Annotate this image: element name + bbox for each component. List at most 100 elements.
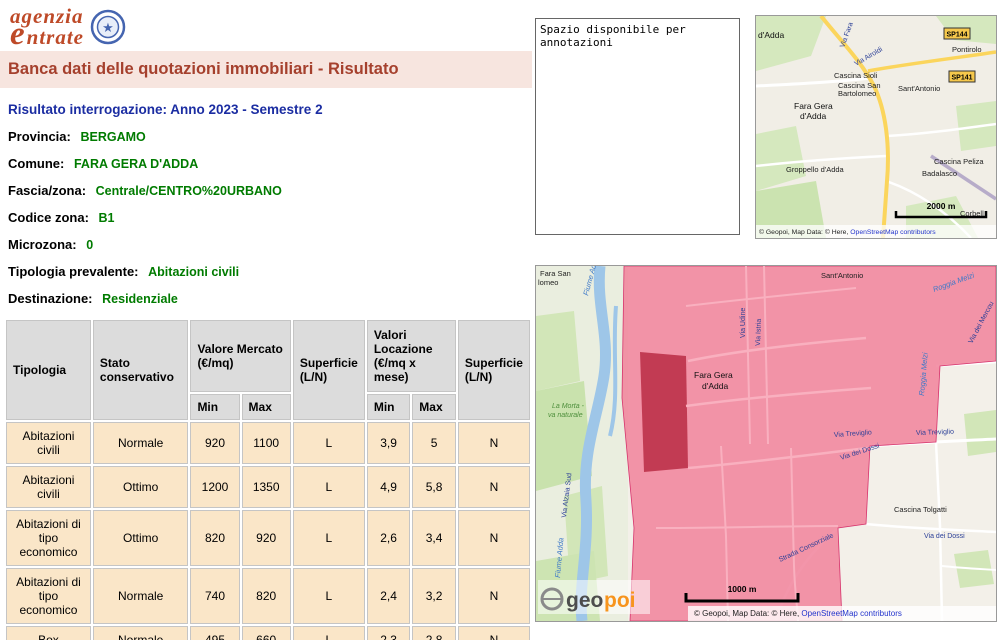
label-cascina-tolgatti: Cascina Tolgatti [894, 505, 947, 514]
cell-sup1: L [293, 626, 365, 640]
cell-stato: Normale [93, 422, 189, 464]
cell-vm-min: 740 [190, 568, 239, 624]
cell-sup2: N [458, 568, 530, 624]
zone-map-canvas: Fara San lomeo Fiume Adda Sant'Antonio R… [536, 266, 996, 621]
cell-vm-max: 1350 [242, 466, 291, 508]
col-header-max-locazione: Max [412, 394, 456, 420]
field-value: FARA GERA D'ADDA [74, 157, 198, 171]
badge-sp144: SP144 [946, 32, 967, 39]
logo-line2: e ntrate [10, 25, 84, 46]
field-label: Destinazione: [8, 291, 93, 306]
cell-sup2: N [458, 626, 530, 640]
page: agenzia e ntrate ★ Banca dati delle quot… [0, 0, 1002, 640]
label-pontirolo: Pontirolo [952, 45, 982, 54]
italy-emblem-icon: ★ [90, 9, 126, 45]
overview-map-canvas: SP144 SP141 d'Adda Pontirolo Via Fara Vi… [756, 16, 996, 238]
label-fara-gera-1: Fara Gera [794, 101, 833, 111]
cell-vm-max: 920 [242, 510, 291, 566]
cell-vl-max: 3,2 [412, 568, 456, 624]
logo-text: agenzia e ntrate [10, 8, 84, 46]
field-tipologia-prevalente: Tipologia prevalente: Abitazioni civili [8, 264, 532, 279]
field-label: Provincia: [8, 129, 71, 144]
result-fields: Provincia: BERGAMO Comune: FARA GERA D'A… [8, 129, 532, 306]
cell-tipologia: Abitazioni di tipo economico [6, 568, 91, 624]
field-label: Comune: [8, 156, 64, 171]
field-destinazione: Destinazione: Residenziale [8, 291, 532, 306]
geopoi-logo-poi: poi [604, 589, 636, 612]
cell-sup2: N [458, 422, 530, 464]
label-fara-san-2: lomeo [538, 278, 558, 287]
cell-vl-min: 2,3 [367, 626, 410, 640]
cell-sup2: N [458, 466, 530, 508]
cell-vm-min: 820 [190, 510, 239, 566]
field-provincia: Provincia: BERGAMO [8, 129, 532, 144]
label-dadda: d'Adda [758, 30, 784, 40]
label-fara-gera-1: Fara Gera [694, 370, 733, 380]
label-sant-antonio: Sant'Antonio [898, 84, 940, 93]
label-via-istria: Via Istria [755, 319, 763, 346]
col-header-max-mercato: Max [242, 394, 291, 420]
label-cascina-san-2: Bartolomeo [838, 89, 876, 98]
field-value: 0 [86, 238, 93, 252]
label-la-morta-2: va naturale [548, 412, 583, 419]
attribution-text: © Geopoi, Map Data: © Here, [694, 609, 801, 618]
col-header-superficie-1: Superficie (L/N) [293, 320, 365, 420]
attribution-osm-link[interactable]: OpenStreetMap contributors [801, 609, 902, 618]
attribution-text: © Geopoi, Map Data: © Here, [759, 228, 850, 236]
label-via-treviglio-2: Via Treviglio [916, 429, 954, 437]
cell-vl-min: 4,9 [367, 466, 410, 508]
col-header-stato-conservativo: Stato conservativo [93, 320, 189, 420]
field-value: BERGAMO [80, 130, 145, 144]
label-badalasco: Badalasco [922, 169, 957, 178]
cell-stato: Normale [93, 626, 189, 640]
page-title: Banca dati delle quotazioni immobiliari … [8, 60, 399, 78]
table-row: Abitazioni civili Normale 920 1100 L 3,9… [6, 422, 530, 464]
cell-vl-min: 3,9 [367, 422, 410, 464]
cell-vl-max: 2,8 [412, 626, 456, 640]
page-header: Banca dati delle quotazioni immobiliari … [0, 51, 532, 88]
field-value: Residenziale [102, 292, 178, 306]
cell-vm-max: 660 [242, 626, 291, 640]
field-value: Centrale/CENTRO%20URBANO [96, 184, 282, 198]
col-header-valori-locazione: Valori Locazione (€/mq x mese) [367, 320, 456, 392]
col-header-min-locazione: Min [367, 394, 410, 420]
agenzia-entrate-logo[interactable]: agenzia e ntrate ★ [10, 5, 532, 49]
main-content: agenzia e ntrate ★ Banca dati delle quot… [0, 0, 532, 640]
result-title: Risultato interrogazione: Anno 2023 - Se… [8, 102, 532, 117]
map-attribution: © Geopoi, Map Data: © Here, OpenStreetMa… [759, 228, 936, 236]
cell-stato: Ottimo [93, 510, 189, 566]
field-microzona: Microzona: 0 [8, 237, 532, 252]
overview-map[interactable]: SP144 SP141 d'Adda Pontirolo Via Fara Vi… [755, 15, 997, 239]
table-row: Abitazioni civili Ottimo 1200 1350 L 4,9… [6, 466, 530, 508]
cell-tipologia: Abitazioni di tipo economico [6, 510, 91, 566]
table-row: Abitazioni di tipo economico Normale 740… [6, 568, 530, 624]
label-cascina-sioli: Cascina Sioli [834, 71, 878, 80]
svg-text:★: ★ [102, 20, 114, 35]
cell-vl-min: 2,6 [367, 510, 410, 566]
label-la-morta-1: La Morta - [552, 403, 585, 410]
field-label: Fascia/zona: [8, 183, 86, 198]
cell-vm-max: 1100 [242, 422, 291, 464]
field-fascia-zona: Fascia/zona: Centrale/CENTRO%20URBANO [8, 183, 532, 198]
cell-sup1: L [293, 422, 365, 464]
map-attribution: © Geopoi, Map Data: © Here, OpenStreetMa… [694, 609, 902, 618]
table-row: Box Normale 495 660 L 2,3 2,8 N [6, 626, 530, 640]
badge-sp141: SP141 [951, 75, 972, 82]
field-label: Microzona: [8, 237, 77, 252]
field-value: B1 [99, 211, 115, 225]
field-value: Abitazioni civili [148, 265, 239, 279]
col-header-valore-mercato: Valore Mercato (€/mq) [190, 320, 290, 392]
attribution-osm-link[interactable]: OpenStreetMap contributors [850, 229, 936, 236]
zone-map[interactable]: Fara San lomeo Fiume Adda Sant'Antonio R… [535, 265, 997, 622]
field-codice-zona: Codice zona: B1 [8, 210, 532, 225]
cell-stato: Normale [93, 568, 189, 624]
logo-line2-rest: ntrate [27, 29, 84, 46]
cell-vm-min: 920 [190, 422, 239, 464]
annotations-textarea[interactable]: Spazio disponibile per annotazioni [535, 18, 740, 235]
geopoi-logo: geo poi [538, 580, 650, 614]
cell-vl-min: 2,4 [367, 568, 410, 624]
cell-tipologia: Abitazioni civili [6, 422, 91, 464]
label-via-dei-dossi-2: Via dei Dossi [924, 533, 965, 540]
zone-dense-core [640, 352, 688, 472]
field-label: Codice zona: [8, 210, 89, 225]
